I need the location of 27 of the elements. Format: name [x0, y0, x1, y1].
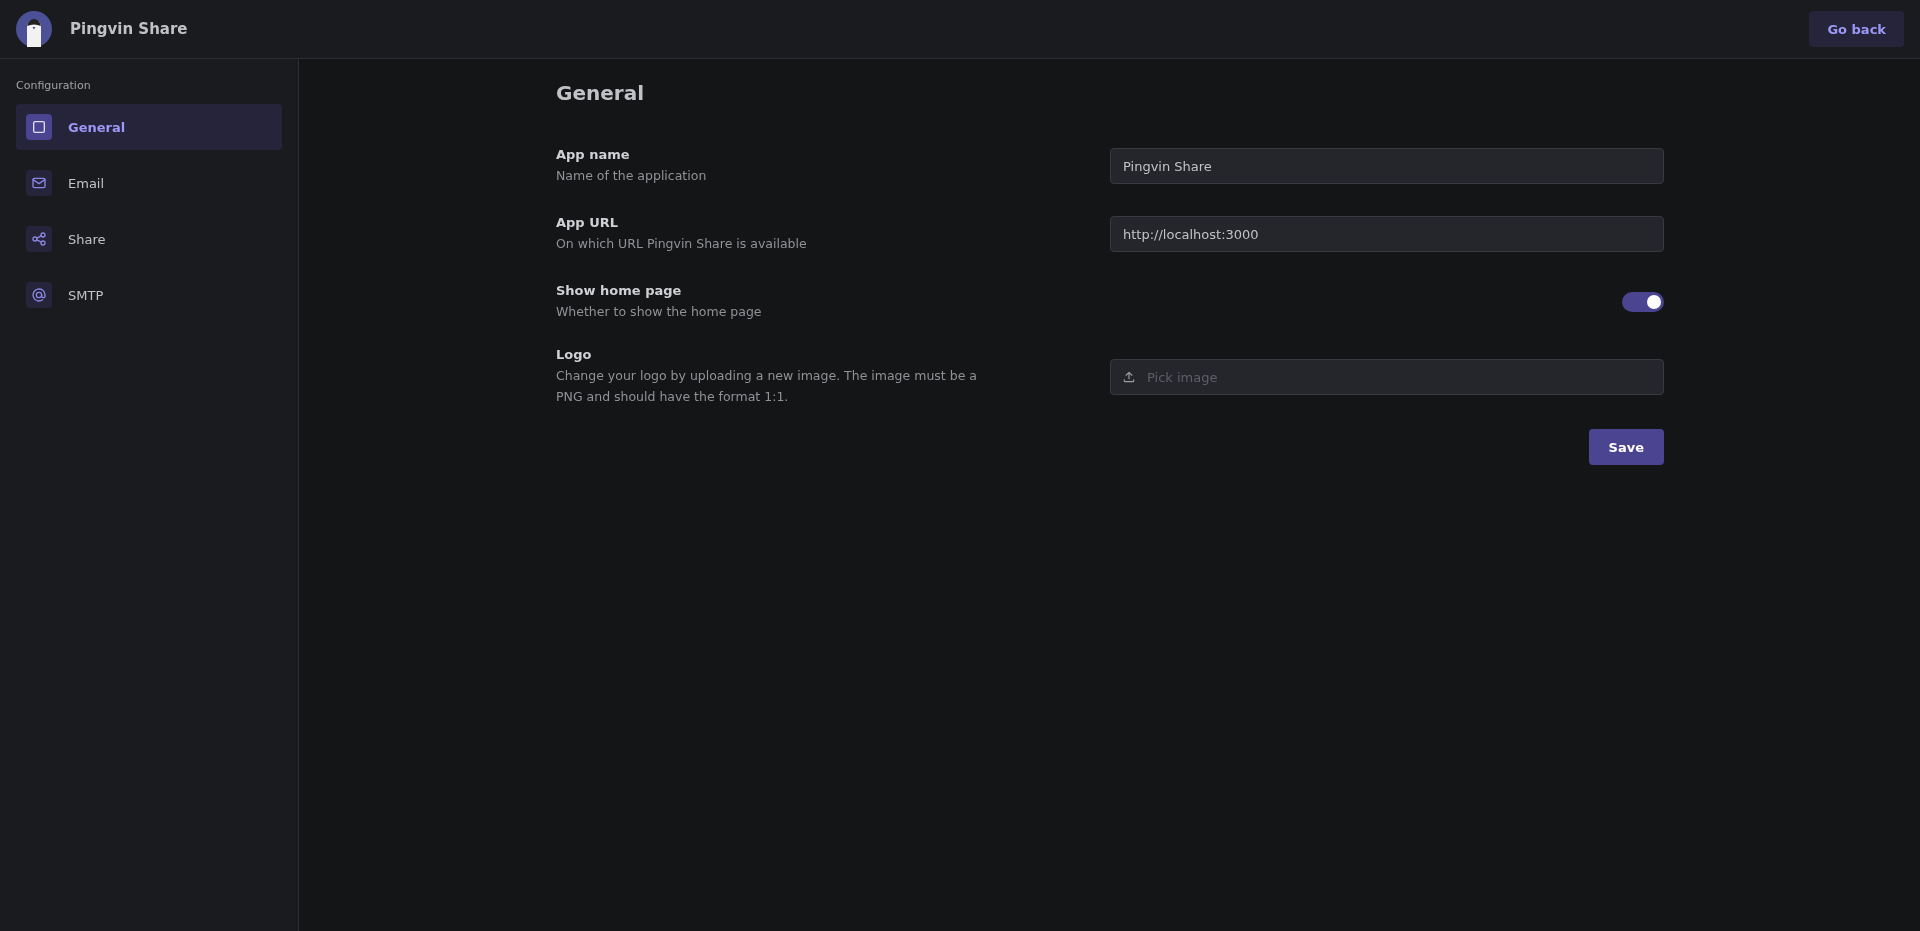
go-back-button[interactable]: Go back: [1809, 11, 1904, 47]
save-button[interactable]: Save: [1588, 429, 1664, 465]
share-icon: [26, 226, 52, 252]
penguin-logo-icon: [16, 11, 52, 47]
app-name: Pingvin Share: [70, 20, 188, 38]
upload-icon: [1122, 370, 1136, 384]
setting-description: Name of the application: [556, 166, 708, 185]
at-sign-icon: [26, 282, 52, 308]
sidebar-item[interactable]: Email: [16, 160, 282, 206]
text-field[interactable]: Pingvin Share: [1110, 148, 1664, 184]
file-picker-field[interactable]: Pick image: [1110, 359, 1664, 395]
setting-description: Whether to show the home page: [556, 302, 763, 321]
text-field[interactable]: http://localhost:3000: [1110, 216, 1664, 252]
setting-label: App URL: [556, 214, 620, 230]
sidebar-item[interactable]: Share: [16, 216, 282, 262]
toggle-switch[interactable]: [1622, 292, 1664, 312]
sidebar-heading: Configuration: [16, 79, 92, 92]
setting-description: On which URL Pingvin Share is available: [556, 234, 808, 253]
sidebar-item[interactable]: General: [16, 104, 282, 150]
square-icon: [26, 114, 52, 140]
setting-label: App name: [556, 146, 631, 162]
section-title: General: [556, 81, 645, 105]
sidebar-item[interactable]: SMTP: [16, 272, 282, 318]
setting-label: Logo: [556, 347, 593, 362]
setting-description: Change your logo by uploading a new image. The image must be a PNG and should have the format 1:1.: [556, 367, 978, 406]
setting-label: Show home page: [556, 282, 683, 298]
envelope-icon: [26, 170, 52, 196]
